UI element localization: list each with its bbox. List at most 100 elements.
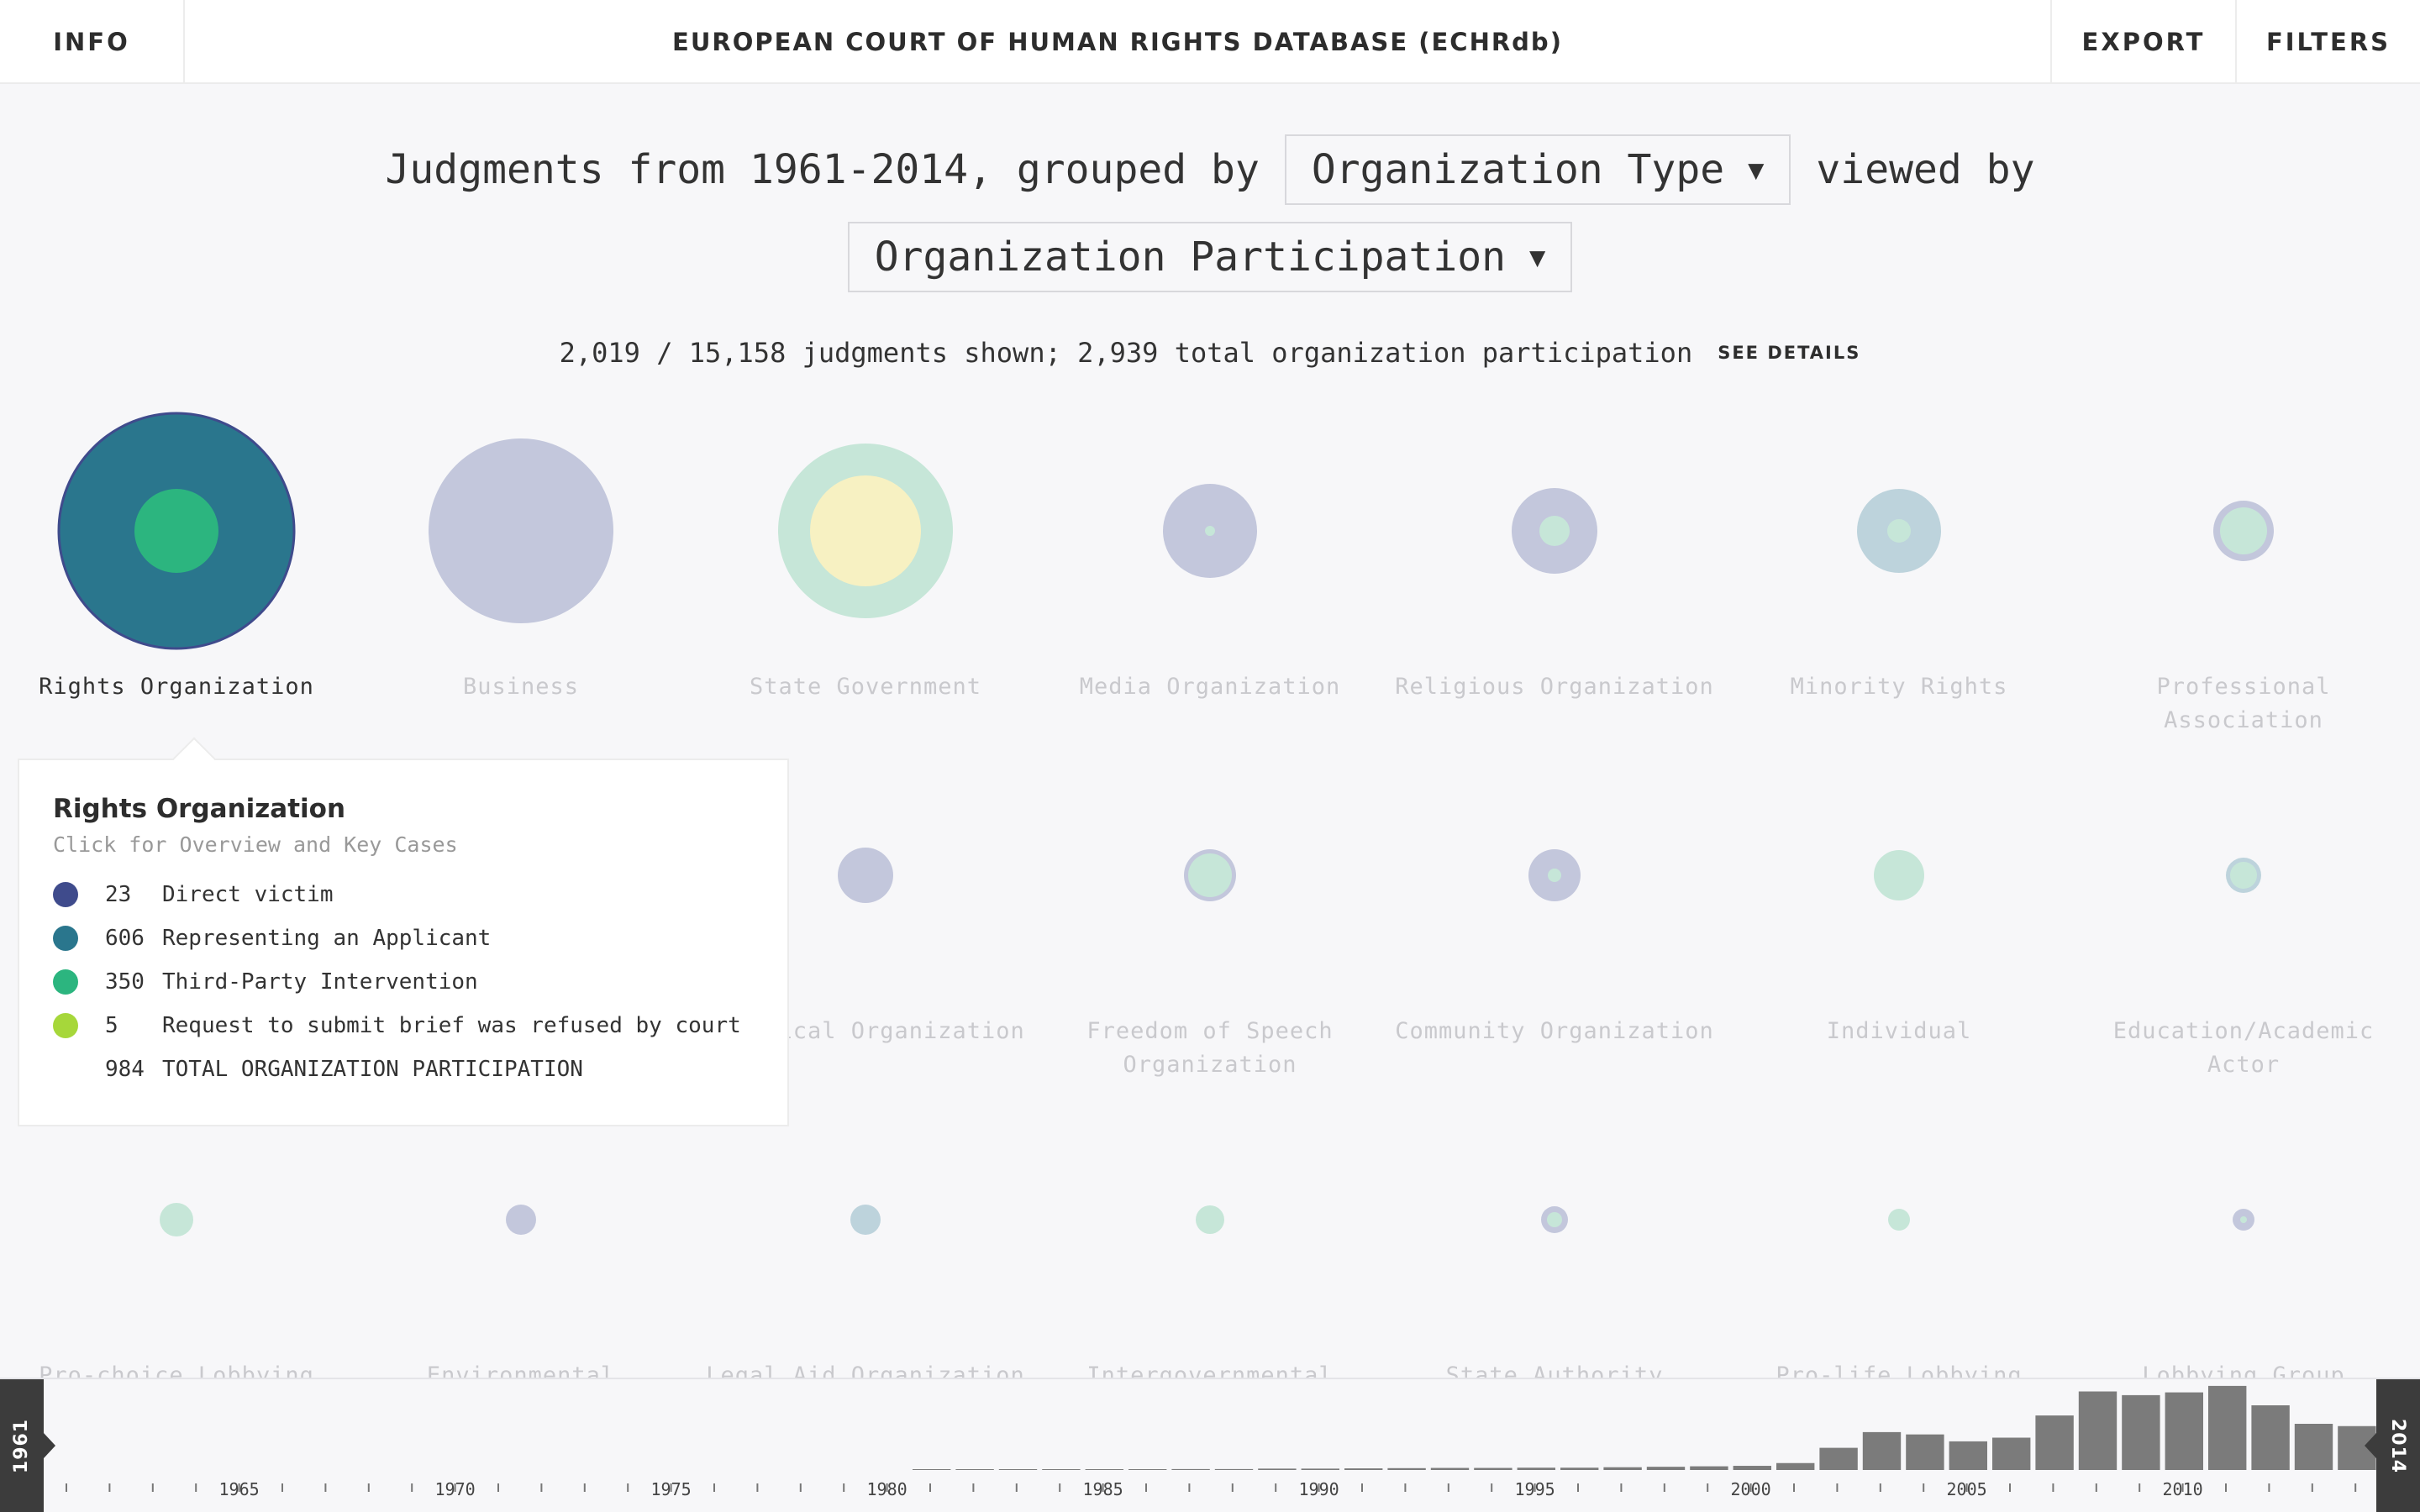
export-button[interactable]: EXPORT [2050, 0, 2235, 84]
group-bubble[interactable] [1395, 1092, 1714, 1344]
group-bubble[interactable] [361, 403, 681, 655]
timeline-end-handle[interactable]: 2014 [2365, 1379, 2420, 1512]
group-cell-individual[interactable]: Individual [1739, 748, 2059, 1100]
bubble-inner-ring [1548, 869, 1561, 882]
group-bubble[interactable] [2084, 403, 2403, 655]
info-button[interactable]: INFO [0, 0, 185, 84]
group-bubble[interactable] [361, 1092, 681, 1344]
histogram-bar [1042, 1469, 1081, 1470]
total-count: 984 [105, 1057, 145, 1082]
legend-label: Third-Party Intervention [162, 969, 478, 995]
timeline-histogram[interactable]: 1965 1970 1975 1980 1985 1990 1995 2000 2005 2010 [0, 1379, 2420, 1512]
timeline-year-label: 2005 [1947, 1479, 1987, 1499]
group-bubble[interactable] [17, 1092, 336, 1344]
bubble-inner-ring [2220, 507, 2267, 554]
histogram-bar [2208, 1385, 2247, 1470]
group-bubble[interactable] [17, 403, 336, 655]
group-bubble[interactable] [2084, 1092, 2403, 1344]
tooltip-legend-row: 23 Direct victim [53, 873, 754, 916]
group-label: Professional Association [2156, 674, 2331, 733]
group-cell-media-organization[interactable]: Media Organization [1050, 403, 1370, 756]
timeline-year-label: 1985 [1083, 1479, 1123, 1499]
group-cell-state-government[interactable]: State Government [706, 403, 1025, 756]
legend-count: 350 [105, 969, 145, 995]
view-by-value: Organization Participation [874, 234, 1507, 281]
caret-down-icon: ▼ [1529, 241, 1546, 273]
group-cell-community-organization[interactable]: Community Organization [1395, 748, 1714, 1100]
query-middle: viewed by [1816, 146, 2035, 193]
group-bubble[interactable] [1395, 403, 1714, 655]
group-bubble[interactable] [706, 1092, 1025, 1344]
histogram-bar [1862, 1431, 1902, 1470]
group-bubble[interactable] [1739, 1092, 2059, 1344]
histogram-bar [1128, 1469, 1167, 1470]
bubble-outer-ring [838, 848, 893, 903]
group-bubble[interactable] [706, 403, 1025, 655]
histogram-bar [1258, 1468, 1297, 1470]
histogram-bar [1430, 1467, 1470, 1470]
group-cell-rights-organization[interactable]: Rights Organization [17, 403, 336, 756]
histogram-bar [1560, 1467, 1599, 1470]
group-bubble[interactable] [1395, 748, 1714, 1000]
histogram-bar [955, 1469, 994, 1470]
group-bubble[interactable] [1739, 403, 2059, 655]
bubble-inner-ring [162, 1205, 191, 1234]
histogram-bar [2122, 1394, 2160, 1470]
histogram-bar [1085, 1469, 1123, 1470]
see-details-link[interactable]: SEE DETAILS [1718, 343, 1860, 363]
view-by-dropdown[interactable]: Organization Participation ▼ [847, 222, 1573, 292]
results-count-text: 2,019 / 15,158 judgments shown; 2,939 to… [559, 337, 1693, 369]
group-by-value: Organization Type [1311, 146, 1725, 193]
timeline-year-label: 1965 [219, 1479, 260, 1499]
bubble-inner-ring [1887, 519, 1911, 543]
timeline-year-label: 1975 [651, 1479, 692, 1499]
filters-button[interactable]: FILTERS [2235, 0, 2420, 84]
top-navigation-bar: INFO EUROPEAN COURT OF HUMAN RIGHTS DATA… [0, 0, 2420, 84]
group-cell-business[interactable]: Business [361, 403, 681, 756]
group-cell-religious-organization[interactable]: Religious Organization [1395, 403, 1714, 756]
histogram-bar [2251, 1405, 2290, 1470]
group-cell-minority-rights[interactable]: Minority Rights [1739, 403, 2059, 756]
tooltip-legend-row: 606 Representing an Applicant [53, 916, 754, 960]
histogram-bar [1776, 1462, 1815, 1470]
group-bubble[interactable] [1050, 403, 1370, 655]
group-bubble[interactable] [1739, 748, 2059, 1000]
group-label: Minority Rights [1790, 674, 2008, 700]
total-label: TOTAL ORGANIZATION PARTICIPATION [162, 1057, 583, 1082]
legend-label: Representing an Applicant [162, 926, 492, 951]
group-bubble[interactable] [1050, 1092, 1370, 1344]
query-sentence-line-2: Organization Participation ▼ [0, 220, 2420, 294]
timeline-year-label: 2000 [1731, 1479, 1771, 1499]
timeline-year-label: 1990 [1299, 1479, 1339, 1499]
bubble-inner-ring [2240, 1216, 2247, 1223]
timeline-start-handle[interactable]: 1961 [0, 1379, 55, 1512]
histogram-bar [2035, 1415, 2074, 1470]
query-prefix: Judgments from 1961-2014, grouped by [385, 146, 1260, 193]
tooltip-subtitle[interactable]: Click for Overview and Key Cases [53, 832, 754, 873]
histogram-bar [1949, 1441, 1987, 1470]
timeline-year-label: 2010 [2163, 1479, 2203, 1499]
legend-color-dot-icon [53, 882, 78, 907]
bubble-outer-ring [850, 1205, 881, 1235]
histogram-bar [2165, 1392, 2203, 1470]
group-cell-freedom-of-speech-organization[interactable]: Freedom of Speech Organization [1050, 748, 1370, 1100]
legend-count: 23 [105, 882, 132, 907]
histogram-bar [1733, 1466, 1771, 1470]
group-label: Religious Organization [1395, 674, 1714, 700]
group-by-dropdown[interactable]: Organization Type ▼ [1284, 134, 1791, 205]
group-label: State Government [749, 674, 982, 700]
timeline-year-label: 1995 [1515, 1479, 1555, 1499]
group-bubble[interactable] [1050, 748, 1370, 1000]
group-label: Education/Academic Actor [2112, 1018, 2375, 1078]
histogram-bar [1301, 1468, 1339, 1470]
group-cell-education-academic-actor[interactable]: Education/Academic Actor [2084, 748, 2403, 1100]
group-cell-professional-association[interactable]: Professional Association [2084, 403, 2403, 756]
group-label: Freedom of Speech Organization [1086, 1018, 1334, 1078]
group-bubble[interactable] [2084, 748, 2403, 1000]
histogram-bar [1387, 1467, 1426, 1470]
legend-color-dot-icon [53, 969, 78, 995]
bubble-inner-ring [1547, 1212, 1562, 1227]
timeline-year-label: 1970 [435, 1479, 476, 1499]
group-label: Business [462, 674, 580, 700]
end-year-label: 2014 [2387, 1418, 2409, 1473]
